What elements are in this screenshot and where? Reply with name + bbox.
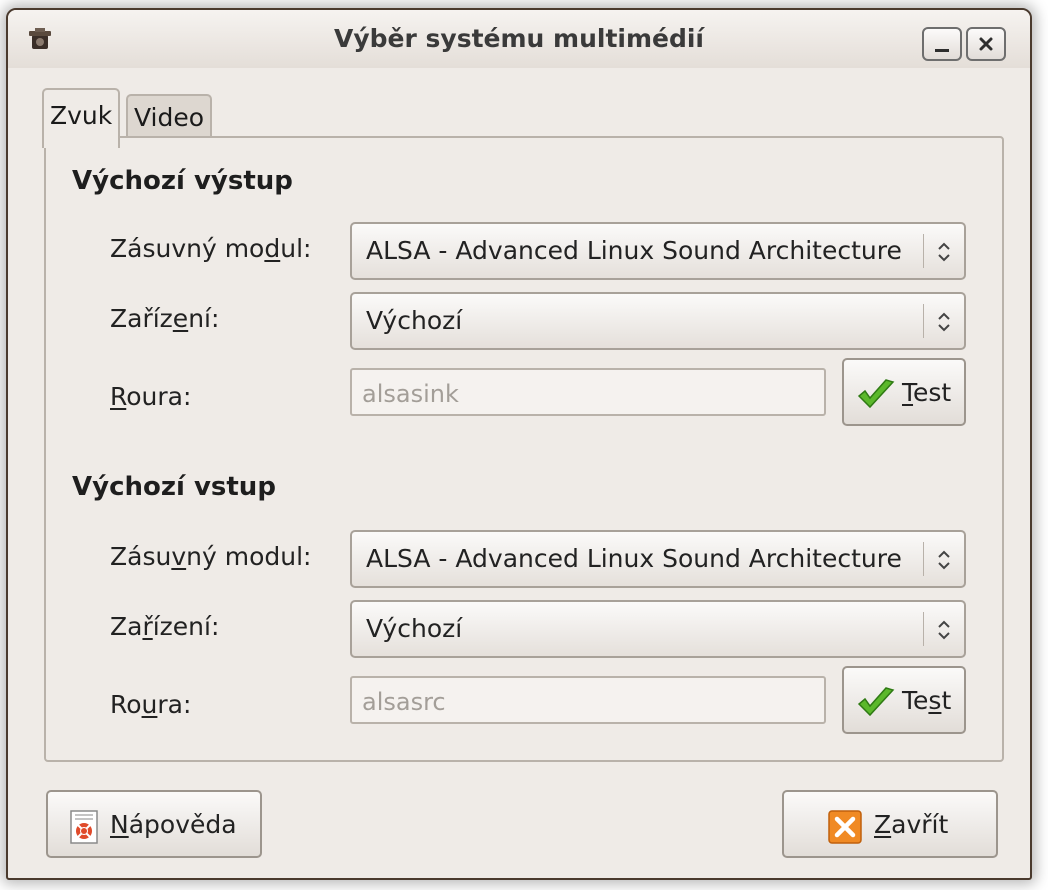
button-label: Test [902,378,952,407]
combo-value: Výchozí [366,614,463,643]
dialog-window: Výběr systému multimédií Video Zvuk Vých… [6,8,1032,880]
input-device-label: Zařízení: [110,612,220,641]
close-icon [979,37,993,51]
output-plugin-label: Zásuvný modul: [110,234,312,263]
input-test-button[interactable]: Test [842,666,966,734]
tab-label: Zvuk [50,101,113,130]
tab-panel-zvuk: Výchozí výstup Zásuvný modul: ALSA - Adv… [44,136,1004,762]
combo-separator [923,304,924,338]
output-device-label: Zařízení: [110,304,220,333]
tab-label: Video [134,103,205,132]
button-label: Zavřít [874,810,949,839]
window-title: Výběr systému multimédií [333,24,705,53]
tab-video[interactable]: Video [126,94,213,140]
output-device-select[interactable]: Výchozí [350,292,966,350]
combo-separator [923,612,924,646]
output-section-title: Výchozí výstup [72,166,293,196]
spin-arrows-icon [938,312,950,332]
help-icon [70,810,98,844]
pipeline-value: alsasink [362,380,459,408]
button-label: Nápověda [110,810,237,839]
spin-arrows-icon [938,242,950,262]
spin-arrows-icon [938,550,950,570]
input-section-title: Výchozí vstup [72,472,276,502]
checkmark-icon [857,687,895,717]
minimize-icon [935,48,949,52]
spin-arrows-icon [938,620,950,640]
close-window-button[interactable] [966,27,1006,61]
input-pipeline-label: Roura: [110,690,192,719]
input-plugin-label: Zásuvný modul: [110,542,312,571]
input-plugin-select[interactable]: ALSA - Advanced Linux Sound Architecture [350,530,966,588]
close-button[interactable]: Zavřít [782,790,998,858]
combo-separator [923,234,924,268]
combo-value: ALSA - Advanced Linux Sound Architecture [366,236,902,265]
output-plugin-select[interactable]: ALSA - Advanced Linux Sound Architecture [350,222,966,280]
combo-separator [923,542,924,576]
combo-value: Výchozí [366,306,463,335]
help-button[interactable]: Nápověda [46,790,262,858]
checkmark-icon [857,379,895,409]
minimize-button[interactable] [922,27,962,61]
pipeline-value: alsasrc [362,688,446,716]
close-x-icon [828,810,862,844]
button-label: Test [902,686,952,715]
title-bar[interactable]: Výběr systému multimédií [8,10,1030,68]
output-test-button[interactable]: Test [842,358,966,426]
input-pipeline-field: alsasrc [350,676,826,724]
input-device-select[interactable]: Výchozí [350,600,966,658]
output-pipeline-field: alsasink [350,368,826,416]
tab-zvuk[interactable]: Zvuk [42,88,121,148]
output-pipeline-label: Roura: [110,382,192,411]
combo-value: ALSA - Advanced Linux Sound Architecture [366,544,902,573]
